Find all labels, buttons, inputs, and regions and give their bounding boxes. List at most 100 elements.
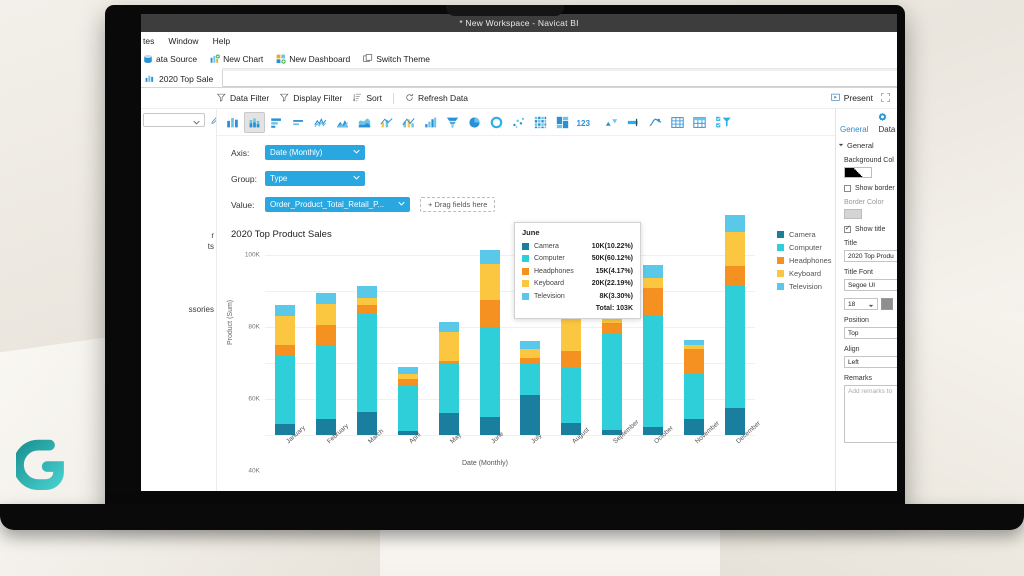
stacked-bar[interactable]: [602, 309, 623, 435]
bar-segment[interactable]: [724, 408, 745, 435]
bar-segment[interactable]: [683, 373, 704, 419]
chart-type-combo-icon[interactable]: [398, 112, 419, 133]
menu-item-favorites[interactable]: tes: [143, 36, 154, 46]
bar-segment[interactable]: [357, 411, 378, 435]
stacked-bar[interactable]: [642, 264, 663, 435]
gear-icon[interactable]: [877, 112, 888, 125]
chart-type-treemap-icon[interactable]: [552, 112, 573, 133]
drag-fields-dropzone[interactable]: + Drag fields here: [420, 197, 496, 212]
bar-segment[interactable]: [479, 327, 500, 417]
bar-segment[interactable]: [724, 265, 745, 286]
bar-segment[interactable]: [275, 305, 296, 317]
bar-segment[interactable]: [642, 277, 663, 289]
title-size-select[interactable]: 18: [844, 298, 878, 310]
bar-slot[interactable]: June: [469, 249, 510, 445]
table-selector-dropdown[interactable]: [143, 113, 205, 127]
bar-segment[interactable]: [561, 351, 582, 368]
subtoolbar-data-filter[interactable]: Data Filter: [216, 93, 269, 103]
show-title-checkbox[interactable]: Show title: [844, 224, 897, 233]
bar-segment[interactable]: [275, 345, 296, 356]
bar-segment[interactable]: [602, 323, 623, 335]
bar-segment[interactable]: [275, 355, 296, 425]
stacked-bar[interactable]: [561, 306, 582, 435]
bar-slot[interactable]: April: [387, 255, 428, 445]
bar-segment[interactable]: [479, 249, 500, 264]
axis-field-pill[interactable]: Date (Monthly): [265, 145, 365, 160]
stacked-bar[interactable]: [397, 366, 418, 435]
bar-segment[interactable]: [438, 332, 459, 362]
toolbar-new-dashboard[interactable]: New Dashboard: [276, 54, 350, 64]
font-color-swatch[interactable]: [881, 298, 893, 310]
border-color-swatch[interactable]: [844, 209, 862, 219]
bar-slot[interactable]: January: [265, 255, 307, 445]
present-button[interactable]: Present: [830, 93, 873, 103]
bar-slot[interactable]: December: [714, 215, 761, 445]
bar-slot[interactable]: November: [673, 255, 721, 445]
chart-type-area-smooth-icon[interactable]: [354, 112, 375, 133]
remarks-textarea[interactable]: Add remarks to: [844, 385, 897, 443]
stacked-bar[interactable]: [479, 249, 500, 435]
chart-type-number-icon[interactable]: 123: [574, 112, 600, 133]
bar-segment[interactable]: [520, 348, 541, 358]
bar-segment[interactable]: [397, 366, 418, 374]
chart-type-bar-horizontal-thin-icon[interactable]: [288, 112, 309, 133]
subtoolbar-refresh-data[interactable]: Refresh Data: [405, 93, 468, 103]
stacked-bar[interactable]: [316, 292, 337, 435]
chart-type-bar-horizontal-icon[interactable]: [266, 112, 287, 133]
background-color-swatch[interactable]: [844, 167, 872, 178]
stacked-bar[interactable]: [357, 285, 378, 435]
align-select[interactable]: Left: [844, 356, 897, 368]
chart-type-pivot-table-icon[interactable]: [689, 112, 710, 133]
bar-segment[interactable]: [602, 334, 623, 430]
tab-general[interactable]: General: [840, 125, 868, 134]
tab-2020-top-sale[interactable]: 2020 Top Sale: [141, 68, 224, 87]
group-field-pill[interactable]: Type: [265, 171, 365, 186]
chart-type-line-icon[interactable]: [310, 112, 331, 133]
chart-type-bar-vertical-icon[interactable]: [222, 112, 243, 133]
chart-type-donut-icon[interactable]: [486, 112, 507, 133]
bar-segment[interactable]: [479, 300, 500, 327]
legend-item[interactable]: Headphones: [777, 254, 832, 267]
chart-type-kpi-icon[interactable]: [601, 112, 622, 133]
bar-segment[interactable]: [357, 314, 378, 412]
bar-segment[interactable]: [275, 316, 296, 346]
stacked-bar[interactable]: [724, 215, 745, 435]
bar-segment[interactable]: [316, 292, 337, 304]
title-input[interactable]: 2020 Top Produ: [844, 250, 897, 262]
chart-type-bullet-icon[interactable]: [623, 112, 644, 133]
bar-segment[interactable]: [438, 413, 459, 435]
bar-segment[interactable]: [561, 367, 582, 424]
bar-segment[interactable]: [357, 285, 378, 299]
bar-segment[interactable]: [520, 395, 541, 435]
subtoolbar-sort[interactable]: Sort: [353, 93, 382, 103]
bar-segment[interactable]: [316, 345, 337, 419]
toolbar-data-source[interactable]: ata Source: [143, 54, 197, 64]
bar-segment[interactable]: [397, 384, 418, 432]
bar-slot[interactable]: February: [306, 255, 350, 445]
chart-type-bar-stacked-icon[interactable]: [244, 111, 265, 133]
legend-item[interactable]: Television: [777, 280, 832, 293]
bar-segment[interactable]: [357, 305, 378, 315]
bar-segment[interactable]: [724, 285, 745, 408]
bar-segment[interactable]: [520, 341, 541, 349]
chart-type-area-icon[interactable]: [332, 112, 353, 133]
stacked-bar[interactable]: [520, 341, 541, 435]
subtoolbar-display-filter[interactable]: Display Filter: [280, 93, 342, 103]
bar-segment[interactable]: [642, 315, 663, 427]
bar-segment[interactable]: [438, 321, 459, 333]
stacked-bar[interactable]: [683, 339, 704, 435]
chart-type-funnel-icon[interactable]: [442, 112, 463, 133]
toolbar-new-chart[interactable]: New Chart: [210, 54, 263, 64]
bar-segment[interactable]: [724, 231, 745, 266]
toolbar-switch-theme[interactable]: Switch Theme: [363, 54, 430, 64]
chart-type-waterfall-icon[interactable]: [420, 112, 441, 133]
bar-slot[interactable]: March: [347, 255, 388, 445]
bar-segment[interactable]: [316, 303, 337, 326]
chart-type-heatmap-icon[interactable]: [530, 112, 551, 133]
stacked-bar[interactable]: [438, 321, 459, 435]
legend-item[interactable]: Computer: [777, 241, 832, 254]
chart-type-control-list-icon[interactable]: [711, 112, 735, 133]
position-select[interactable]: Top: [844, 327, 897, 339]
bar-segment[interactable]: [316, 325, 337, 346]
legend-item[interactable]: Keyboard: [777, 267, 832, 280]
